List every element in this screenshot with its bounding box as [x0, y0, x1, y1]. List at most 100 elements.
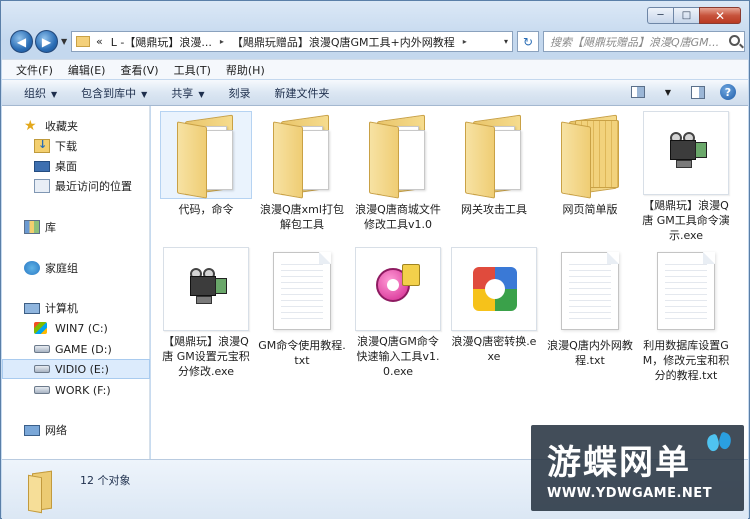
preview-pane-button[interactable]: [690, 84, 706, 100]
menu-help[interactable]: 帮助(H): [226, 62, 265, 78]
file-item[interactable]: 代码，命令: [160, 111, 252, 217]
arrow-left-icon: ◀: [16, 34, 27, 49]
folder-thumbnail: [160, 111, 252, 199]
sidebar-item-drive-f[interactable]: WORK (F:): [2, 380, 150, 400]
change-view-button[interactable]: [630, 84, 646, 100]
file-name: 浪漫Q唐内外网教程.txt: [547, 339, 633, 367]
search-placeholder: 搜索【飓鼎玩赠品】浪漫Q唐GM...: [550, 35, 720, 49]
file-item[interactable]: 【飓鼎玩】浪漫Q唐 GM设置元宝积分修改.exe: [160, 247, 252, 379]
file-item[interactable]: 利用数据库设置GM，修改元宝和积分的教程.txt: [640, 247, 732, 383]
navigation-pane: ★ 收藏夹 下载 桌面 最近访问的位置 库 家庭组 计算机: [2, 106, 150, 459]
file-name: 浪漫Q唐商城文件修改工具v1.0: [355, 203, 441, 231]
command-bar: 组织 ▼ 包含到库中 ▼ 共享 ▼ 刻录 新建文件夹 ▼ ?: [2, 80, 748, 106]
new-folder-button[interactable]: 新建文件夹: [274, 85, 329, 101]
menu-view[interactable]: 查看(V): [120, 62, 158, 78]
file-name: GM命令使用教程.txt: [258, 339, 346, 367]
caption-buttons: ─ □ ✕: [647, 7, 741, 24]
minimize-button[interactable]: ─: [647, 7, 673, 24]
sidebar-item-label: 收藏夹: [45, 120, 78, 133]
file-item[interactable]: 网页简单版: [544, 111, 636, 217]
folder-icon: [559, 114, 623, 199]
sidebar-item-drive-c[interactable]: WIN7 (C:): [2, 318, 150, 338]
forward-button[interactable]: ▶: [35, 30, 58, 53]
chevron-down-icon: ▼: [141, 89, 148, 99]
file-item[interactable]: 浪漫Q唐商城文件修改工具v1.0: [352, 111, 444, 232]
share-label: 共享: [171, 86, 194, 100]
star-icon: ★: [24, 118, 37, 134]
recent-pages-dropdown[interactable]: ▼: [61, 37, 67, 46]
sidebar-item-label: VIDIO (E:): [55, 362, 109, 376]
file-name: 浪漫Q唐GM命令快速输入工具v1.0.exe: [356, 335, 440, 378]
download-folder-icon: [34, 138, 50, 153]
library-icon: [24, 220, 40, 234]
address-bar[interactable]: « L -【飓鼎玩】浪漫... ▸ 【飓鼎玩赠品】浪漫Q唐GM工具+内外网教程 …: [71, 31, 513, 52]
sidebar-item-label: 最近访问的位置: [55, 180, 132, 193]
maximize-button[interactable]: □: [673, 7, 699, 24]
sidebar-item-downloads[interactable]: 下载: [2, 136, 150, 156]
folder-icon: [271, 114, 335, 199]
breadcrumb-overflow[interactable]: «: [96, 35, 103, 48]
view-options-dropdown[interactable]: ▼: [660, 84, 676, 100]
file-item[interactable]: 【飓鼎玩】浪漫Q唐 GM工具命令演示.exe: [640, 111, 732, 243]
breadcrumb-item[interactable]: L -【飓鼎玩】浪漫...: [111, 34, 212, 50]
breadcrumb-separator-icon[interactable]: ▸: [220, 37, 224, 46]
sidebar-item-label: WORK (F:): [55, 383, 111, 397]
folder-icon: [463, 114, 527, 199]
share-button[interactable]: 共享 ▼: [171, 85, 204, 101]
file-name: 网页简单版: [562, 203, 618, 216]
video-camera-icon: [666, 132, 710, 168]
sidebar-item-drive-d[interactable]: GAME (D:): [2, 339, 150, 359]
file-item[interactable]: GM命令使用教程.txt: [256, 247, 348, 368]
sidebar-item-computer[interactable]: 计算机: [2, 298, 150, 318]
organize-button[interactable]: 组织 ▼: [24, 85, 57, 101]
help-icon: ?: [720, 84, 736, 100]
menu-tools[interactable]: 工具(T): [174, 62, 211, 78]
breadcrumb-item[interactable]: 【飓鼎玩赠品】浪漫Q唐GM工具+内外网教程: [232, 34, 455, 50]
file-item[interactable]: 浪漫Q唐内外网教程.txt: [544, 247, 636, 368]
file-item[interactable]: 网关攻击工具: [448, 111, 540, 217]
chevron-down-icon: ▼: [51, 89, 58, 99]
text-document-icon: [561, 252, 619, 330]
sidebar-item-label: 库: [45, 221, 56, 234]
preview-pane-icon: [691, 85, 705, 99]
minimize-icon: ─: [657, 10, 664, 21]
sidebar-item-label: 计算机: [45, 302, 78, 315]
refresh-button[interactable]: ↻: [517, 31, 539, 52]
sidebar-item-libraries[interactable]: 库: [2, 217, 150, 237]
sidebar-item-label: 下载: [55, 140, 77, 153]
burn-button[interactable]: 刻录: [228, 85, 250, 101]
back-button[interactable]: ◀: [10, 30, 33, 53]
text-document-icon: [657, 252, 715, 330]
file-item[interactable]: 浪漫Q唐密转换.exe: [448, 247, 540, 364]
sidebar-item-favorites[interactable]: ★ 收藏夹: [2, 116, 150, 136]
sidebar-item-network[interactable]: 网络: [2, 420, 150, 440]
network-icon: [24, 424, 40, 436]
menu-edit[interactable]: 编辑(E): [68, 62, 106, 78]
sidebar-item-label: 家庭组: [45, 262, 78, 275]
file-item[interactable]: 浪漫Q唐xml打包解包工具: [256, 111, 348, 232]
file-list: 代码，命令 浪漫Q唐xml打包解包工具 浪漫Q唐商城文件修改工具v1.0 网关攻…: [151, 106, 748, 459]
address-dropdown-icon[interactable]: ▾: [504, 37, 508, 46]
sidebar-item-label: 网络: [45, 424, 67, 437]
search-input[interactable]: 搜索【飓鼎玩赠品】浪漫Q唐GM...: [543, 31, 745, 52]
close-button[interactable]: ✕: [699, 7, 741, 24]
txt-thumbnail: [256, 247, 348, 335]
menu-file[interactable]: 文件(F): [16, 62, 53, 78]
search-icon[interactable]: [729, 35, 740, 46]
item-count: 12 个对象: [80, 474, 131, 487]
help-button[interactable]: ?: [720, 84, 736, 100]
file-name: 利用数据库设置GM，修改元宝和积分的教程.txt: [642, 339, 730, 382]
exe-thumbnail: [355, 247, 441, 331]
breadcrumb-separator-icon[interactable]: ▸: [463, 37, 467, 46]
navigation-bar: ◀ ▶ ▼ « L -【飓鼎玩】浪漫... ▸ 【飓鼎玩赠品】浪漫Q唐GM工具+…: [7, 29, 745, 53]
chevron-down-icon: ▼: [198, 89, 205, 99]
sidebar-item-desktop[interactable]: 桌面: [2, 156, 150, 176]
include-in-library-button[interactable]: 包含到库中 ▼: [81, 85, 147, 101]
file-name: 【飓鼎玩】浪漫Q唐 GM工具命令演示.exe: [642, 199, 730, 242]
sidebar-item-drive-e[interactable]: VIDIO (E:): [2, 359, 150, 379]
sidebar-item-homegroup[interactable]: 家庭组: [2, 258, 150, 278]
file-item[interactable]: 浪漫Q唐GM命令快速输入工具v1.0.exe: [352, 247, 444, 379]
text-document-icon: [273, 252, 331, 330]
folder-icon: [175, 114, 239, 199]
sidebar-item-recent[interactable]: 最近访问的位置: [2, 176, 150, 196]
